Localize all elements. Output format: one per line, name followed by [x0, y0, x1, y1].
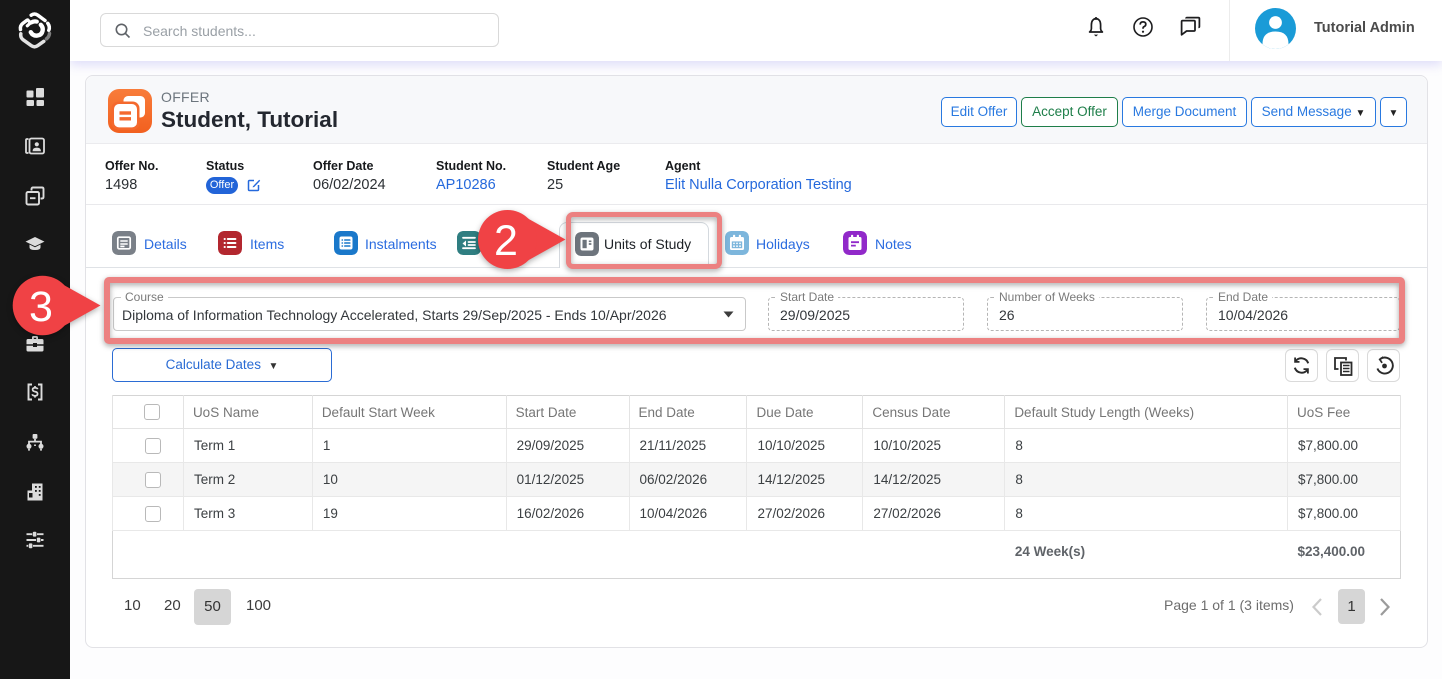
svg-text:2: 2: [494, 217, 518, 265]
svg-text:3: 3: [29, 283, 53, 331]
